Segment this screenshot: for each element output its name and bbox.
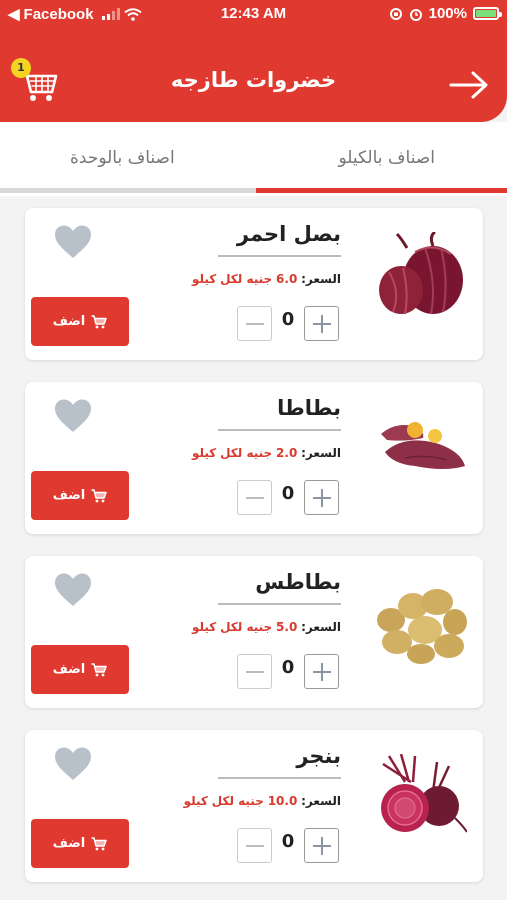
price-currency: جنيه لكل: [220, 272, 273, 286]
status-indicators: 100%: [389, 5, 502, 22]
increase-quantity-button[interactable]: [304, 828, 339, 863]
price-value: 2.0: [276, 446, 298, 460]
product-price: السعر: 10.0 جنيه لكل كيلو: [184, 794, 341, 808]
arrow-right-icon[interactable]: [449, 70, 489, 100]
add-to-cart-button[interactable]: اضف: [31, 297, 129, 346]
app-header: 1 خضروات طازجه: [0, 28, 507, 122]
category-tabs: اصناف بالكيلو اصناف بالوحدة: [0, 122, 507, 196]
add-button-label: اضف: [52, 662, 86, 677]
price-label: السعر:: [301, 272, 341, 286]
price-currency: جنيه لكل: [220, 446, 273, 460]
price-label: السعر:: [301, 794, 341, 808]
lock-rotation-icon: [389, 7, 402, 20]
increase-quantity-button[interactable]: [304, 306, 339, 341]
product-card: بطاطس السعر: 5.0 جنيه لكل كيلو اضف 0: [25, 556, 483, 708]
decrease-quantity-button[interactable]: [237, 828, 272, 863]
decrease-quantity-button[interactable]: [237, 306, 272, 341]
product-price: السعر: 5.0 جنيه لكل كيلو: [192, 620, 341, 634]
favorite-heart-icon[interactable]: [53, 224, 93, 260]
beetroot-icon: [381, 753, 468, 833]
name-underline: [218, 603, 341, 605]
add-button-label: اضف: [52, 488, 86, 503]
cart-icon: [91, 836, 107, 850]
add-to-cart-button[interactable]: اضف: [31, 471, 129, 520]
status-bar: ◀ Facebook 12:43 AM 100%: [0, 0, 507, 28]
tab-by-unit[interactable]: اصناف بالوحدة: [70, 148, 175, 168]
product-image: [375, 230, 467, 318]
product-price: السعر: 6.0 جنيه لكل كيلو: [192, 272, 341, 286]
product-name: بصل احمر: [236, 222, 341, 246]
product-card: بطاطا السعر: 2.0 جنيه لكل كيلو اضف 0: [25, 382, 483, 534]
increase-quantity-button[interactable]: [304, 654, 339, 689]
quantity-value: 0: [281, 309, 295, 330]
price-value: 10.0: [267, 794, 298, 808]
product-image: [375, 753, 468, 840]
price-unit: كيلو: [191, 620, 217, 634]
name-underline: [218, 255, 341, 257]
cart-icon: [91, 662, 107, 676]
favorite-heart-icon[interactable]: [53, 746, 93, 782]
cart-icon: [91, 488, 107, 502]
active-tab-indicator: [256, 188, 507, 193]
price-label: السعر:: [301, 446, 341, 460]
price-unit: كيلو: [183, 794, 208, 808]
product-image: [375, 580, 467, 666]
price-unit: كيلو: [191, 272, 217, 286]
name-underline: [218, 429, 341, 431]
quantity-value: 0: [281, 657, 295, 678]
product-name: بنجر: [296, 744, 341, 768]
product-image: [375, 406, 467, 492]
price-value: 5.0: [276, 620, 298, 634]
product-price: السعر: 2.0 جنيه لكل كيلو: [192, 446, 341, 460]
product-card: بصل احمر السعر: 6.0 جنيه لكل كيلو اضف 0: [25, 208, 483, 360]
page-title: خضروات طازجه: [170, 68, 337, 92]
favorite-heart-icon[interactable]: [53, 572, 93, 608]
tab-by-kilo[interactable]: اصناف بالكيلو: [338, 148, 435, 168]
battery-icon: [473, 7, 502, 20]
increase-quantity-button[interactable]: [304, 480, 339, 515]
add-button-label: اضف: [52, 314, 86, 329]
product-name: بطاطس: [255, 570, 341, 594]
favorite-heart-icon[interactable]: [53, 398, 93, 434]
price-label: السعر:: [301, 620, 341, 634]
potatoes-icon: [377, 589, 467, 664]
cart-icon: [91, 314, 107, 328]
alarm-icon: [409, 8, 422, 21]
quantity-value: 0: [281, 483, 295, 504]
battery-percent: 100%: [428, 5, 467, 22]
decrease-quantity-button[interactable]: [237, 480, 272, 515]
price-unit: كيلو: [191, 446, 217, 460]
product-name: بطاطا: [277, 396, 341, 420]
add-button-label: اضف: [52, 836, 86, 851]
price-value: 6.0: [276, 272, 298, 286]
decrease-quantity-button[interactable]: [237, 654, 272, 689]
add-to-cart-button[interactable]: اضف: [31, 645, 129, 694]
name-underline: [218, 777, 341, 779]
price-currency: جنيه لكل: [211, 794, 264, 808]
quantity-value: 0: [281, 831, 295, 852]
product-card: بنجر السعر: 10.0 جنيه لكل كيلو اضف 0: [25, 730, 483, 882]
add-to-cart-button[interactable]: اضف: [31, 819, 129, 868]
price-currency: جنيه لكل: [220, 620, 273, 634]
sweet-potato-icon: [381, 422, 465, 469]
red-onion-icon: [379, 230, 463, 315]
